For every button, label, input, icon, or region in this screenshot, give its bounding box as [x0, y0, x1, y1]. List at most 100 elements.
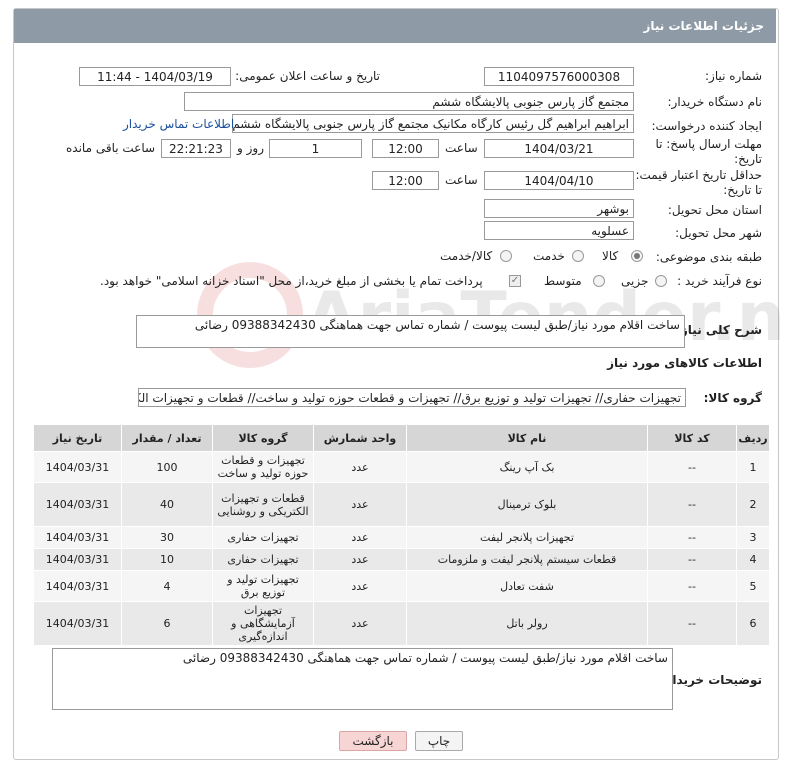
cell-unit: عدد	[313, 601, 407, 646]
cell-qty: 30	[121, 526, 213, 549]
category-option-service: خدمت	[533, 249, 565, 263]
col-name: نام کالا	[406, 424, 648, 452]
buyer-notes-field: ساخت اقلام مورد نیاز/طبق لیست پیوست / شم…	[52, 648, 673, 710]
cell-row: 1	[736, 451, 770, 483]
category-option-both: کالا/خدمت	[440, 249, 493, 263]
table-header-row: ردیف کد کالا نام کالا واحد شمارش گروه کا…	[33, 424, 770, 452]
process-radio-medium[interactable]	[593, 275, 605, 287]
price-validity-label-2: تا تاریخ:	[723, 183, 762, 197]
cell-name: بلوک ترمینال	[406, 482, 648, 527]
buyer-org-label: نام دستگاه خریدار:	[667, 95, 763, 109]
table-row: 5 -- شفت تعادل عدد تجهیزات تولید و توزیع…	[33, 570, 770, 602]
col-row: ردیف	[736, 424, 770, 452]
category-radio-goods[interactable]	[631, 250, 643, 262]
cell-name: بک آپ رینگ	[406, 451, 648, 483]
cell-date: 1404/03/31	[33, 601, 122, 646]
need-number-label: شماره نیاز:	[705, 69, 762, 83]
cell-unit: عدد	[313, 548, 407, 571]
cell-code: --	[647, 601, 737, 646]
col-code: کد کالا	[647, 424, 737, 452]
panel-header: جزئیات اطلاعات نیاز	[14, 9, 776, 43]
goods-table: ردیف کد کالا نام کالا واحد شمارش گروه کا…	[33, 424, 770, 646]
payment-checkbox[interactable]: ✓	[509, 275, 521, 287]
province-label: استان محل تحویل:	[667, 203, 762, 217]
cell-row: 2	[736, 482, 770, 527]
category-radio-service[interactable]	[572, 250, 584, 262]
price-validity-label: حداقل تاریخ اعتبار قیمت:	[635, 168, 762, 182]
buyer-org-field: مجتمع گاز پارس جنوبی پالایشگاه ششم	[184, 92, 634, 111]
cell-name: شفت تعادل	[406, 570, 648, 602]
col-unit: واحد شمارش	[313, 424, 407, 452]
cell-code: --	[647, 451, 737, 483]
announce-field: 1404/03/19 - 11:44	[79, 67, 231, 86]
cell-row: 4	[736, 548, 770, 571]
cell-unit: عدد	[313, 451, 407, 483]
remaining-time-field: 22:21:23	[161, 139, 231, 158]
price-time-label: ساعت	[445, 173, 478, 187]
cell-name: تجهیزات پلانجر لیفت	[406, 526, 648, 549]
cell-row: 3	[736, 526, 770, 549]
cell-qty: 6	[121, 601, 213, 646]
cell-unit: عدد	[313, 482, 407, 527]
cell-group: تجهیزات حفاری	[212, 526, 314, 549]
goods-group-field: تجهیزات حفاری// تجهیزات تولید و توزیع بر…	[138, 388, 686, 407]
col-group: گروه کالا	[212, 424, 314, 452]
city-label: شهر محل تحویل:	[675, 226, 762, 240]
goods-group-label: گروه کالا:	[703, 391, 762, 405]
category-label: طبقه بندی موضوعی:	[655, 250, 762, 264]
deadline-date-field: 1404/03/21	[484, 139, 634, 158]
deadline-label-2: تاریخ:	[734, 152, 762, 166]
process-radio-minor[interactable]	[655, 275, 667, 287]
table-row: 1 -- بک آپ رینگ عدد تجهیزات و قطعات حوزه…	[33, 451, 770, 483]
cell-row: 6	[736, 601, 770, 646]
process-label: نوع فرآیند خرید :	[677, 274, 762, 288]
creator-field: ابراهیم ابراهیم گل رئیس کارگاه مکانیک مج…	[232, 114, 634, 133]
cell-code: --	[647, 548, 737, 571]
cell-unit: عدد	[313, 570, 407, 602]
province-field: بوشهر	[484, 199, 634, 218]
col-qty: تعداد / مقدار	[121, 424, 213, 452]
cell-qty: 40	[121, 482, 213, 527]
back-button[interactable]: بازگشت	[339, 731, 407, 751]
price-date-field: 1404/04/10	[484, 171, 634, 190]
announce-label: تاریخ و ساعت اعلان عمومی:	[235, 69, 380, 83]
process-option-medium: متوسط	[544, 274, 582, 288]
cell-group: تجهیزات تولید و توزیع برق	[212, 570, 314, 602]
cell-group: تجهیزات حفاری	[212, 548, 314, 571]
cell-code: --	[647, 526, 737, 549]
cell-code: --	[647, 482, 737, 527]
cell-qty: 10	[121, 548, 213, 571]
cell-date: 1404/03/31	[33, 451, 122, 483]
table-row: 4 -- قطعات سیستم پلانجر لیفت و ملزومات ع…	[33, 548, 770, 571]
cell-unit: عدد	[313, 526, 407, 549]
days-label: روز و	[237, 141, 264, 155]
table-row: 6 -- رولر باتل عدد تجهیزات آزمایشگاهی و …	[33, 601, 770, 646]
cell-group: تجهیزات آزمایشگاهی و اندازه‌گیری	[212, 601, 314, 646]
cell-date: 1404/03/31	[33, 526, 122, 549]
print-button[interactable]: چاپ	[415, 731, 463, 751]
category-option-goods: کالا	[602, 249, 619, 263]
deadline-label: مهلت ارسال پاسخ: تا	[655, 137, 762, 151]
remaining-label: ساعت باقی مانده	[66, 141, 156, 155]
creator-label: ایجاد کننده درخواست:	[651, 119, 762, 133]
city-field: عسلویه	[484, 221, 634, 240]
deadline-time-field: 12:00	[372, 139, 439, 158]
col-date: تاریخ نیاز	[33, 424, 122, 452]
cell-qty: 100	[121, 451, 213, 483]
days-field: 1	[269, 139, 362, 158]
payment-note: پرداخت تمام یا بخشی از مبلغ خرید،از محل …	[100, 274, 483, 288]
cell-code: --	[647, 570, 737, 602]
cell-group: قطعات و تجهیزات الکتریکی و روشنایی	[212, 482, 314, 527]
buyer-notes-label: توضیحات خریدار:	[660, 673, 762, 687]
description-label: شرح کلی نیاز:	[676, 323, 762, 337]
deadline-time-label: ساعت	[445, 141, 478, 155]
cell-date: 1404/03/31	[33, 482, 122, 527]
price-time-field: 12:00	[372, 171, 439, 190]
contact-info-link[interactable]: اطلاعات تماس خریدار	[123, 117, 234, 131]
category-radio-both[interactable]	[500, 250, 512, 262]
cell-row: 5	[736, 570, 770, 602]
goods-section-title: اطلاعات کالاهای مورد نیاز	[607, 356, 762, 370]
cell-group: تجهیزات و قطعات حوزه تولید و ساخت	[212, 451, 314, 483]
cell-qty: 4	[121, 570, 213, 602]
process-option-minor: جزیی	[621, 274, 649, 288]
